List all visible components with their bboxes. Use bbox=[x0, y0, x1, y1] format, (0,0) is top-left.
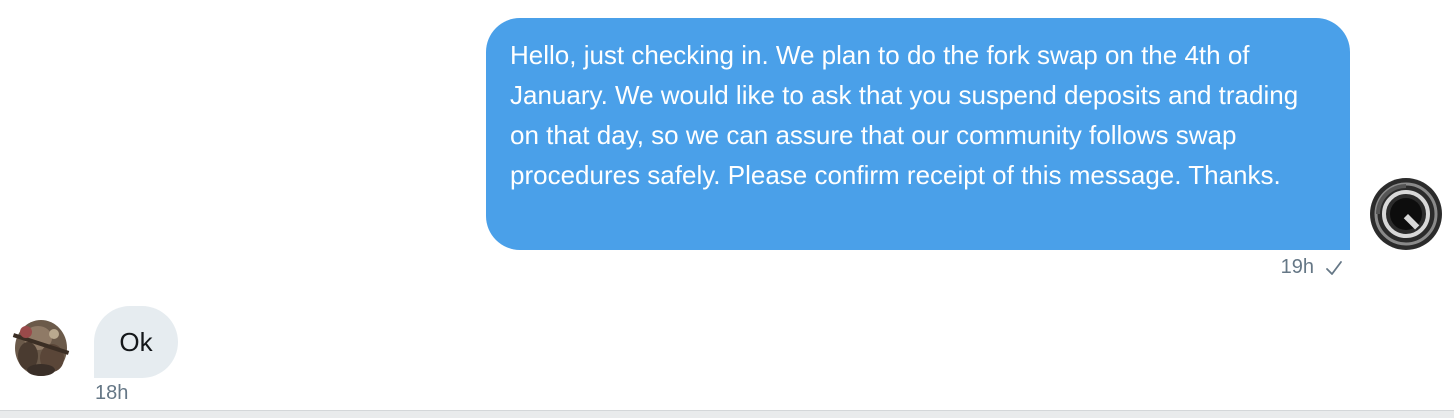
sender-avatar-logo-icon bbox=[1371, 179, 1441, 249]
received-message-bubble[interactable]: Ok bbox=[94, 306, 178, 378]
recipient-avatar-character-icon bbox=[12, 320, 70, 376]
composer-divider bbox=[0, 410, 1454, 418]
received-message-text: Ok bbox=[119, 327, 153, 357]
sent-message-meta: 19h bbox=[1281, 256, 1344, 279]
sent-message-timestamp: 19h bbox=[1280, 256, 1314, 278]
checkmark-icon bbox=[1326, 260, 1342, 275]
message-thread: Hello, just checking in. We plan to do t… bbox=[0, 0, 1454, 418]
sent-message-text: Hello, just checking in. We plan to do t… bbox=[510, 40, 1299, 190]
received-message-timestamp: 18h bbox=[95, 382, 129, 404]
recipient-avatar[interactable] bbox=[8, 308, 74, 380]
sent-message-bubble[interactable]: Hello, just checking in. We plan to do t… bbox=[486, 18, 1350, 250]
sender-avatar[interactable] bbox=[1370, 178, 1442, 250]
